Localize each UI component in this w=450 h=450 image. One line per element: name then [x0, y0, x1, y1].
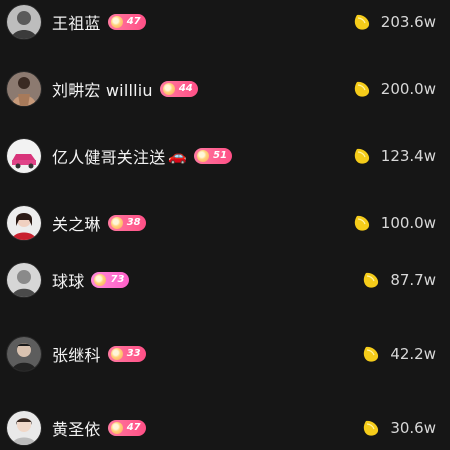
- ranking-row[interactable]: 张继科 33 42.2w: [0, 330, 450, 378]
- amount-value: 87.7w: [390, 271, 436, 289]
- fan-gem-icon: [162, 83, 175, 95]
- level-badge: 47: [107, 14, 146, 30]
- bean-icon: [354, 215, 369, 231]
- level-badge: 33: [107, 346, 146, 362]
- user-name: 刘畊宏 willliu: [52, 81, 153, 100]
- amount-value: 200.0w: [380, 80, 436, 98]
- user-name-group: 黄圣依 47: [52, 404, 146, 450]
- level-badge: 47: [107, 420, 146, 436]
- avatar-car-icon: [7, 139, 41, 173]
- user-avatar[interactable]: [7, 72, 41, 106]
- ranking-row[interactable]: 亿人健哥关注送 🚗 51 123.4w: [0, 132, 450, 180]
- user-avatar[interactable]: [7, 206, 41, 240]
- amount-value: 30.6w: [390, 419, 436, 437]
- bean-icon: [364, 420, 379, 436]
- fan-gem-icon: [197, 150, 210, 162]
- user-avatar[interactable]: [7, 5, 41, 39]
- bean-icon: [364, 272, 379, 288]
- fan-gem-icon: [94, 274, 107, 286]
- level-badge: 51: [194, 148, 233, 164]
- avatar-portrait-icon: [7, 411, 41, 445]
- fan-gem-icon: [110, 422, 123, 434]
- fan-gem-icon: [110, 16, 123, 28]
- user-name: 关之琳: [52, 215, 101, 234]
- user-name: 王祖蓝: [52, 14, 101, 33]
- level-badge: 44: [159, 81, 198, 97]
- user-name: 张继科: [52, 346, 101, 365]
- bean-icon: [354, 148, 369, 164]
- amount-value: 123.4w: [380, 147, 436, 165]
- amount-value: 203.6w: [380, 13, 436, 31]
- level-number: 51: [213, 150, 228, 161]
- avatar-portrait-icon: [7, 72, 41, 106]
- bean-icon: [354, 81, 369, 97]
- gift-amount: 203.6w: [351, 0, 436, 46]
- user-avatar[interactable]: [7, 411, 41, 445]
- bean-icon: [354, 14, 369, 30]
- level-number: 33: [126, 348, 141, 359]
- avatar-portrait-icon: [7, 206, 41, 240]
- amount-value: 42.2w: [390, 345, 436, 363]
- level-number: 47: [126, 16, 141, 27]
- ranking-row[interactable]: 王祖蓝 47 203.6w: [0, 0, 450, 46]
- level-badge: 73: [91, 272, 130, 288]
- ranking-row[interactable]: 球球 73 87.7w: [0, 256, 450, 304]
- level-number: 73: [110, 274, 125, 285]
- ranking-row[interactable]: 黄圣依 47 30.6w: [0, 404, 450, 450]
- gift-amount: 42.2w: [360, 330, 436, 378]
- ranking-row[interactable]: 关之琳 38 100.0w: [0, 199, 450, 247]
- user-name-group: 刘畊宏 willliu 44: [52, 65, 198, 113]
- level-number: 47: [126, 422, 141, 433]
- user-avatar[interactable]: [7, 263, 41, 297]
- car-emoji-icon: 🚗: [168, 146, 188, 165]
- user-name-group: 球球 73: [52, 256, 130, 304]
- gift-amount: 200.0w: [351, 65, 436, 113]
- avatar-portrait-icon: [7, 5, 41, 39]
- level-badge: 38: [107, 215, 146, 231]
- bean-icon: [364, 346, 379, 362]
- user-name-group: 关之琳 38: [52, 199, 146, 247]
- user-name-group: 王祖蓝 47: [52, 0, 146, 46]
- user-name: 黄圣依: [52, 420, 101, 439]
- user-name: 亿人健哥关注送: [52, 148, 166, 167]
- gift-ranking-list: 王祖蓝 47 203.6w 刘畊宏 willliu 44 200.0w 亿人健哥…: [0, 0, 450, 450]
- user-name-group: 张继科 33: [52, 330, 146, 378]
- fan-gem-icon: [110, 217, 123, 229]
- user-name: 球球: [52, 272, 85, 291]
- fan-gem-icon: [110, 348, 123, 360]
- gift-amount: 87.7w: [360, 256, 436, 304]
- avatar-portrait-icon: [7, 337, 41, 371]
- level-number: 38: [126, 217, 141, 228]
- gift-amount: 100.0w: [351, 199, 436, 247]
- ranking-row[interactable]: 刘畊宏 willliu 44 200.0w: [0, 65, 450, 113]
- user-avatar[interactable]: [7, 337, 41, 371]
- gift-amount: 30.6w: [360, 404, 436, 450]
- avatar-portrait-icon: [7, 263, 41, 297]
- user-avatar[interactable]: [7, 139, 41, 173]
- level-number: 44: [178, 83, 193, 94]
- amount-value: 100.0w: [380, 214, 436, 232]
- gift-amount: 123.4w: [351, 132, 436, 180]
- user-name-group: 亿人健哥关注送 🚗 51: [52, 132, 233, 180]
